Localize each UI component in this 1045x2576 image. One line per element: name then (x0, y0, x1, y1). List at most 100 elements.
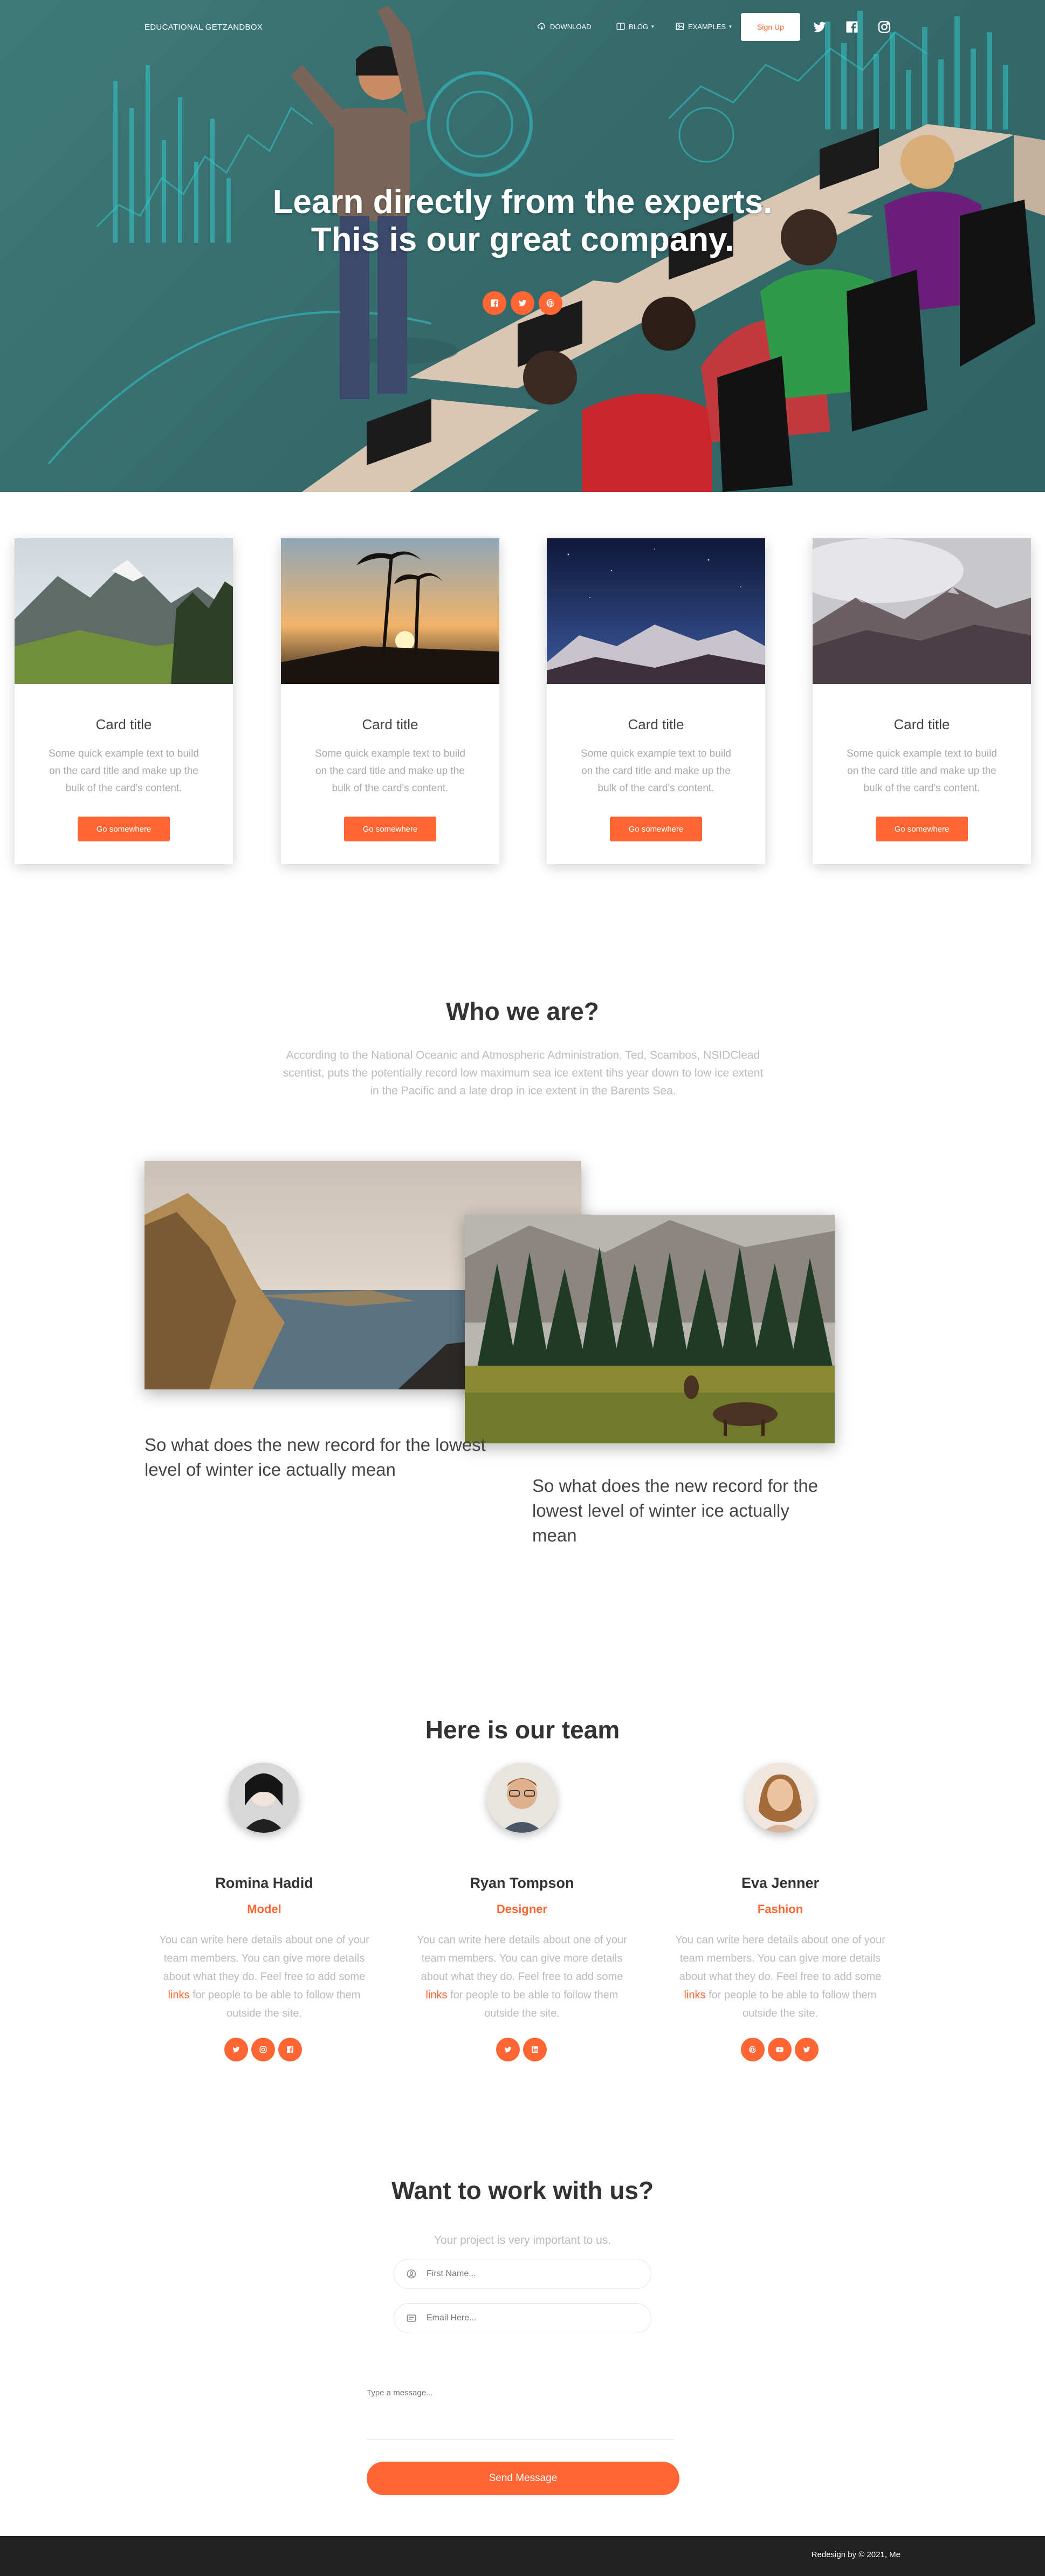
nav-blog[interactable]: BLOG ▾ (616, 22, 654, 31)
linkedin-icon (532, 2046, 538, 2053)
page: EDUCATIONAL GETZANDBOX DOWNLOAD BLOG ▾ E… (0, 0, 1045, 2576)
nav-examples-label: EXAMPLES (688, 22, 726, 31)
twitter-icon (232, 2046, 240, 2053)
member-twitter-button[interactable] (496, 2038, 520, 2061)
bio-text: You can write here details about one of … (159, 1934, 369, 1983)
card-title: Card title (95, 716, 152, 732)
card-1: Card title Some quick example text to bu… (15, 538, 233, 864)
member-linkedin-button[interactable] (523, 2038, 547, 2061)
bio-text: for people to be able to follow them out… (189, 1989, 361, 2019)
snowy-forest-photo (813, 538, 1031, 684)
member-facebook-button[interactable] (278, 2038, 302, 2061)
bio-link[interactable]: links (168, 1989, 190, 2001)
facebook-icon (491, 299, 498, 307)
palm-sunset-photo (281, 538, 499, 684)
pinterest-icon (749, 2046, 756, 2053)
pinterest-icon (546, 299, 554, 307)
bio-link[interactable]: links (684, 1989, 706, 2001)
card-title: Card title (628, 716, 684, 732)
hero-pinterest-button[interactable] (539, 291, 562, 315)
chevron-down-icon: ▾ (729, 23, 732, 29)
member-instagram-button[interactable] (251, 2038, 275, 2061)
instagram-icon (259, 2046, 267, 2053)
who-text: According to the National Oceanic and At… (283, 1049, 764, 1097)
hero-title: Learn directly from the experts. This is… (0, 183, 1045, 259)
book-icon (616, 23, 625, 30)
caption-left: So what does the new record for the lowe… (145, 1435, 486, 1479)
send-message-button[interactable]: Send Message (367, 2462, 679, 2495)
hero-twitter-button[interactable] (511, 291, 534, 315)
team-title: Here is our team (425, 1716, 620, 1744)
deer-forest-photo (465, 1215, 835, 1443)
member-pinterest-button[interactable] (741, 2038, 765, 2061)
member-name: Eva Jenner (741, 1875, 820, 1891)
first-name-input[interactable] (427, 2269, 631, 2279)
hero-title-line1: Learn directly from the experts. (272, 183, 773, 221)
avatar (487, 1763, 557, 1833)
contact-title: Want to work with us? (391, 2176, 654, 2204)
contact-subtitle: Your project is very important to us. (434, 2234, 611, 2246)
nav-blog-label: BLOG (629, 22, 649, 31)
first-name-field[interactable] (394, 2259, 651, 2289)
card-image (15, 538, 233, 684)
caption-right: So what does the new record for the lowe… (532, 1476, 819, 1545)
bio-text: for people to be able to follow them out… (705, 1989, 877, 2019)
twitter-icon (504, 2046, 512, 2053)
youtube-icon (776, 2047, 783, 2052)
nav-download-label: DOWNLOAD (550, 22, 592, 31)
card-title: Card title (362, 716, 418, 732)
hero-facebook-button[interactable] (483, 291, 506, 315)
member-name: Ryan Tompson (470, 1875, 574, 1891)
message-textarea[interactable] (367, 2384, 674, 2440)
email-input[interactable] (427, 2313, 631, 2323)
image-icon (676, 23, 684, 30)
facebook-icon[interactable] (844, 19, 860, 35)
hero-title-line2: This is our great company. (311, 221, 734, 258)
twitter-icon (518, 299, 527, 306)
mountain-valley-photo (15, 538, 233, 684)
card-text: Some quick example text to build on the … (847, 748, 997, 794)
go-somewhere-button[interactable]: Go somewhere (610, 817, 702, 841)
nav-download[interactable]: DOWNLOAD (537, 22, 592, 31)
member-role: Fashion (757, 1902, 803, 1916)
twitter-icon[interactable] (812, 19, 827, 35)
chevron-down-icon: ▾ (651, 23, 654, 29)
signup-button[interactable]: Sign Up (741, 13, 800, 41)
go-somewhere-button[interactable]: Go somewhere (876, 817, 968, 841)
email-icon (407, 2314, 416, 2322)
twitter-icon (803, 2046, 810, 2053)
bio-text: for people to be able to follow them out… (447, 1989, 618, 2019)
bio-text: You can write here details about one of … (417, 1934, 627, 1983)
member-role: Designer (496, 1902, 548, 1916)
card-text: Some quick example text to build on the … (49, 748, 199, 794)
navbar: EDUCATIONAL GETZANDBOX DOWNLOAD BLOG ▾ E… (0, 12, 1045, 44)
card-image (547, 538, 765, 684)
go-somewhere-button[interactable]: Go somewhere (344, 817, 436, 841)
footer-text: Redesign by © 2021, Me (811, 2550, 900, 2559)
nav-examples[interactable]: EXAMPLES ▾ (675, 22, 732, 31)
card-text: Some quick example text to build on the … (315, 748, 465, 794)
email-field[interactable] (394, 2303, 651, 2333)
go-somewhere-button[interactable]: Go somewhere (78, 817, 170, 841)
member-twitter-button[interactable] (795, 2038, 819, 2061)
brand-logo[interactable]: EDUCATIONAL GETZANDBOX (145, 23, 263, 32)
hero-section: EDUCATIONAL GETZANDBOX DOWNLOAD BLOG ▾ E… (0, 0, 1045, 492)
bio-text: You can write here details about one of … (675, 1934, 885, 1983)
night-mountain-photo (547, 538, 765, 684)
card-3: Card title Some quick example text to bu… (547, 538, 765, 864)
member-role: Model (247, 1902, 281, 1916)
avatar (229, 1763, 299, 1833)
member-bio: You can write here details about one of … (667, 1931, 893, 2023)
member-bio: You can write here details about one of … (151, 1931, 377, 2023)
card-title: Card title (893, 716, 950, 732)
instagram-icon[interactable] (877, 19, 892, 35)
card-image (813, 538, 1031, 684)
card-2: Card title Some quick example text to bu… (281, 538, 499, 864)
member-twitter-button[interactable] (224, 2038, 248, 2061)
member-youtube-button[interactable] (768, 2038, 792, 2061)
avatar (745, 1763, 815, 1833)
member-name: Romina Hadid (215, 1875, 313, 1891)
cloud-download-icon (537, 23, 546, 30)
bio-link[interactable]: links (426, 1989, 448, 2001)
footer: Redesign by © 2021, Me (0, 2536, 1045, 2576)
